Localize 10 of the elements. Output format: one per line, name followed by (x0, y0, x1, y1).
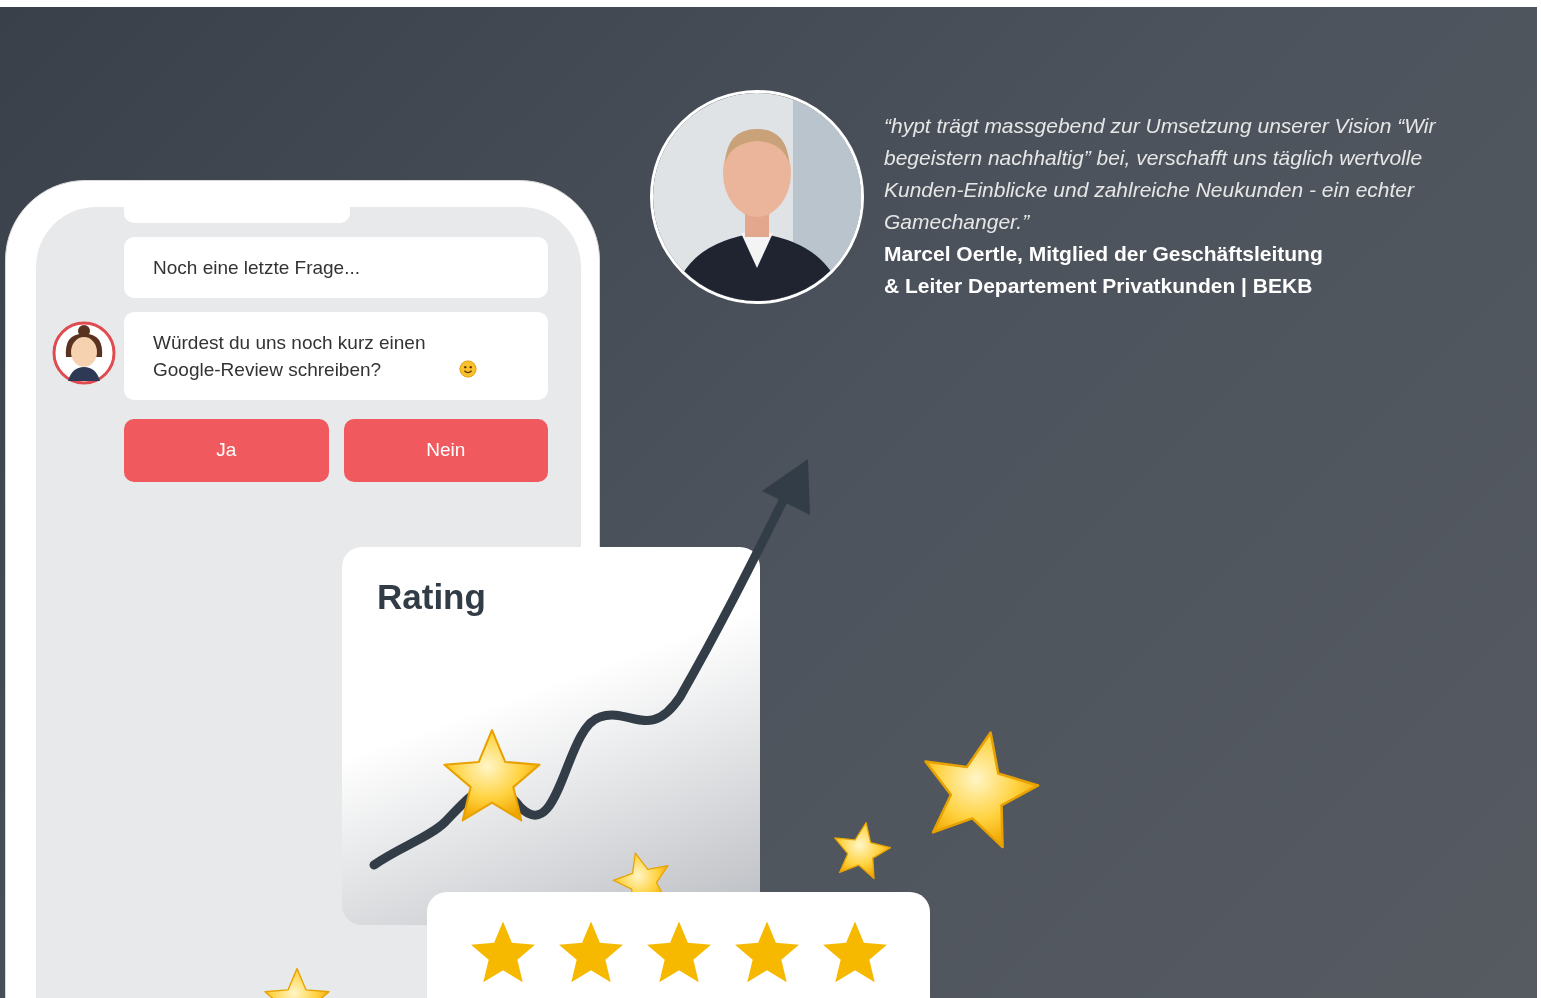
rating-title: Rating (377, 576, 486, 618)
message-text: Noch eine letzte Frage... (153, 256, 360, 280)
avatar-icon (52, 321, 116, 385)
smiley-icon (459, 360, 477, 378)
answer-button[interactable]: Nein (343, 419, 548, 482)
answer-button[interactable]: Ja (124, 419, 329, 482)
author-line: & Leiter Departement Privatkunden | BEKB (884, 273, 1314, 299)
quote-text: “hypt trägt massgebend zur Umsetzung unserer Vision “Wir begeistern nachhaltig” bei, verschafft uns täglich wertvolle Kunden-Einblicke und zahlreiche Neukunden - ein echter Gamechanger.” (884, 113, 1437, 235)
author-line: Marcel Oertle, Mitglied der Geschäftsleitung (884, 241, 1324, 267)
message-text: Würdest du uns noch kurz einen Google-Review schreiben? (153, 331, 427, 382)
